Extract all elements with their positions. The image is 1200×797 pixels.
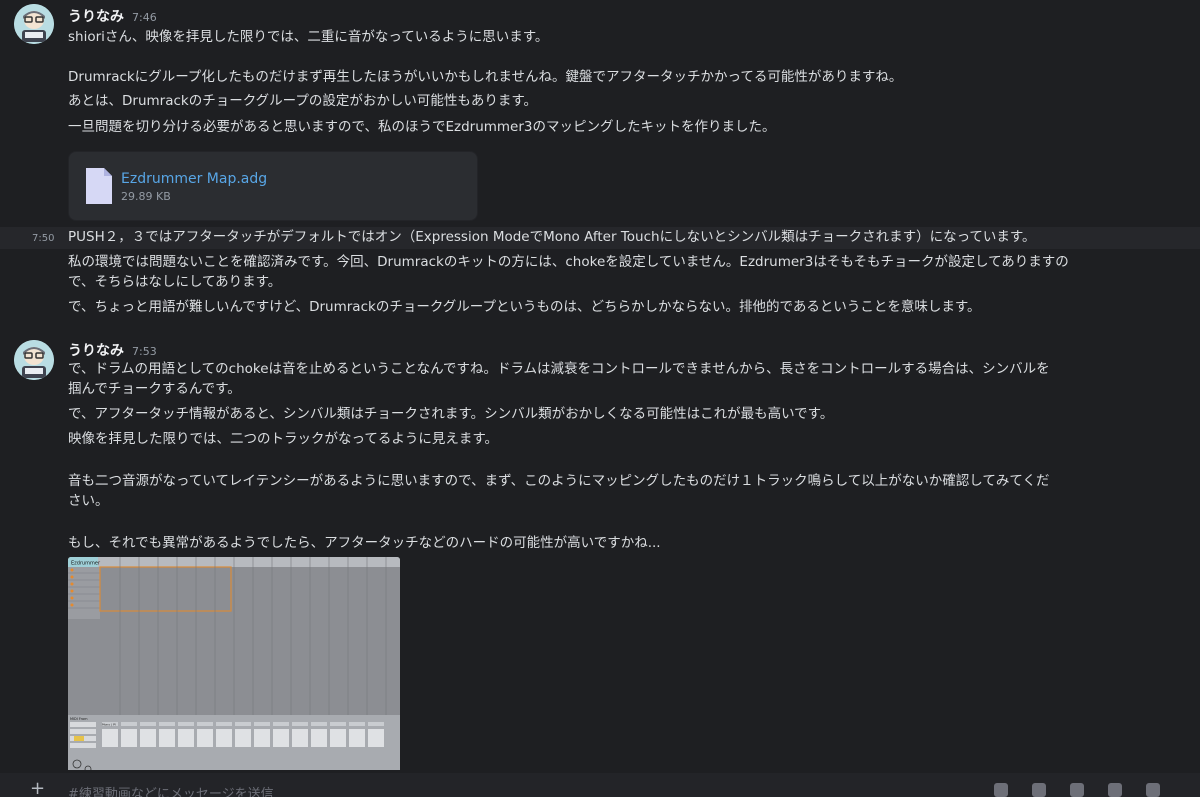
avatar[interactable] xyxy=(14,4,54,44)
author-name[interactable]: うりなみ xyxy=(68,6,124,26)
message-text: 掴んでチョークするんです。 xyxy=(68,381,241,397)
sticker-icon[interactable] xyxy=(1070,783,1084,797)
message-input[interactable]: #練習動画などにメッセージを送信 xyxy=(68,783,274,797)
file-name-link[interactable]: Ezdrummer Map.adg xyxy=(121,171,267,187)
file-icon xyxy=(86,168,112,204)
message-text: もし、それでも異常があるようでしたら、アフタータッチなどのハードの可能性が高いで… xyxy=(68,535,661,551)
thumbnail-midi-label: MIDI From xyxy=(70,717,88,721)
avatar[interactable] xyxy=(14,340,54,380)
timestamp: 7:46 xyxy=(132,11,157,24)
message-text: で、ドラムの用語としてのchokeは音を止めるということなんですね。ドラムは減衰… xyxy=(68,361,1050,377)
message-text: 映像を拝見した限りでは、二つのトラックがなってるように見えます。 xyxy=(68,431,498,447)
composer-tools xyxy=(994,783,1160,797)
timestamp: 7:53 xyxy=(132,345,157,358)
file-size: 29.89 KB xyxy=(121,190,171,203)
message-text: あとは、Drumrackのチョークグループの設定がおかしい可能性もあります。 xyxy=(68,93,538,109)
plus-icon[interactable]: + xyxy=(30,780,45,797)
apps-icon[interactable] xyxy=(1108,783,1122,797)
author-line: うりなみ 7:46 xyxy=(68,6,157,26)
chat-message-list: うりなみ 7:46 shioriさん、映像を拝見した限りでは、二重に音がなってい… xyxy=(0,0,1200,770)
file-attachment[interactable]: Ezdrummer Map.adg 29.89 KB xyxy=(68,151,478,221)
gif-icon[interactable] xyxy=(1032,783,1046,797)
message-text: で、ちょっと用語が難しいんですけど、Drumrackのチョークグループというもの… xyxy=(68,299,981,315)
message-text: 私の環境では問題ないことを確認済みです。今回、Drumrackのキットの方には、… xyxy=(68,254,1069,270)
daw-session-thumbnail: Ezdrummer MIDI From Mono | Pl xyxy=(68,557,400,770)
emoji-icon[interactable] xyxy=(1146,783,1160,797)
message-text: さい。 xyxy=(68,493,109,509)
gift-icon[interactable] xyxy=(994,783,1008,797)
thumbnail-device-label: Mono | Pl xyxy=(102,723,116,727)
message-text: 音も二つ音源がなっていてレイテンシーがあるように思いますので、まず、このようにマ… xyxy=(68,473,1050,489)
avatar-illustration-icon xyxy=(14,340,54,380)
message-text: shioriさん、映像を拝見した限りでは、二重に音がなっているように思います。 xyxy=(68,29,549,45)
author-name[interactable]: うりなみ xyxy=(68,340,124,360)
message-text: で、そちらはなしにしてあります。 xyxy=(68,274,282,290)
thumbnail-track-header: Ezdrummer xyxy=(71,561,101,567)
message-composer[interactable]: + #練習動画などにメッセージを送信 xyxy=(0,773,1200,797)
author-line: うりなみ 7:53 xyxy=(68,340,157,360)
hover-timestamp: 7:50 xyxy=(32,233,55,244)
avatar-illustration-icon xyxy=(14,4,54,44)
message-text: で、アフタータッチ情報があると、シンバル類はチョークされます。シンバル類がおかし… xyxy=(68,406,834,422)
message-text: PUSH２，３ではアフタータッチがデフォルトではオン（Expression Mo… xyxy=(68,229,1036,245)
message-text: 一旦問題を切り分ける必要があると思いますので、私のほうでEzdrummer3のマ… xyxy=(68,119,776,135)
message-text: Drumrackにグループ化したものだけまず再生したほうがいいかもしれませんね。… xyxy=(68,69,903,85)
image-attachment[interactable]: Ezdrummer MIDI From Mono | Pl xyxy=(68,557,400,770)
